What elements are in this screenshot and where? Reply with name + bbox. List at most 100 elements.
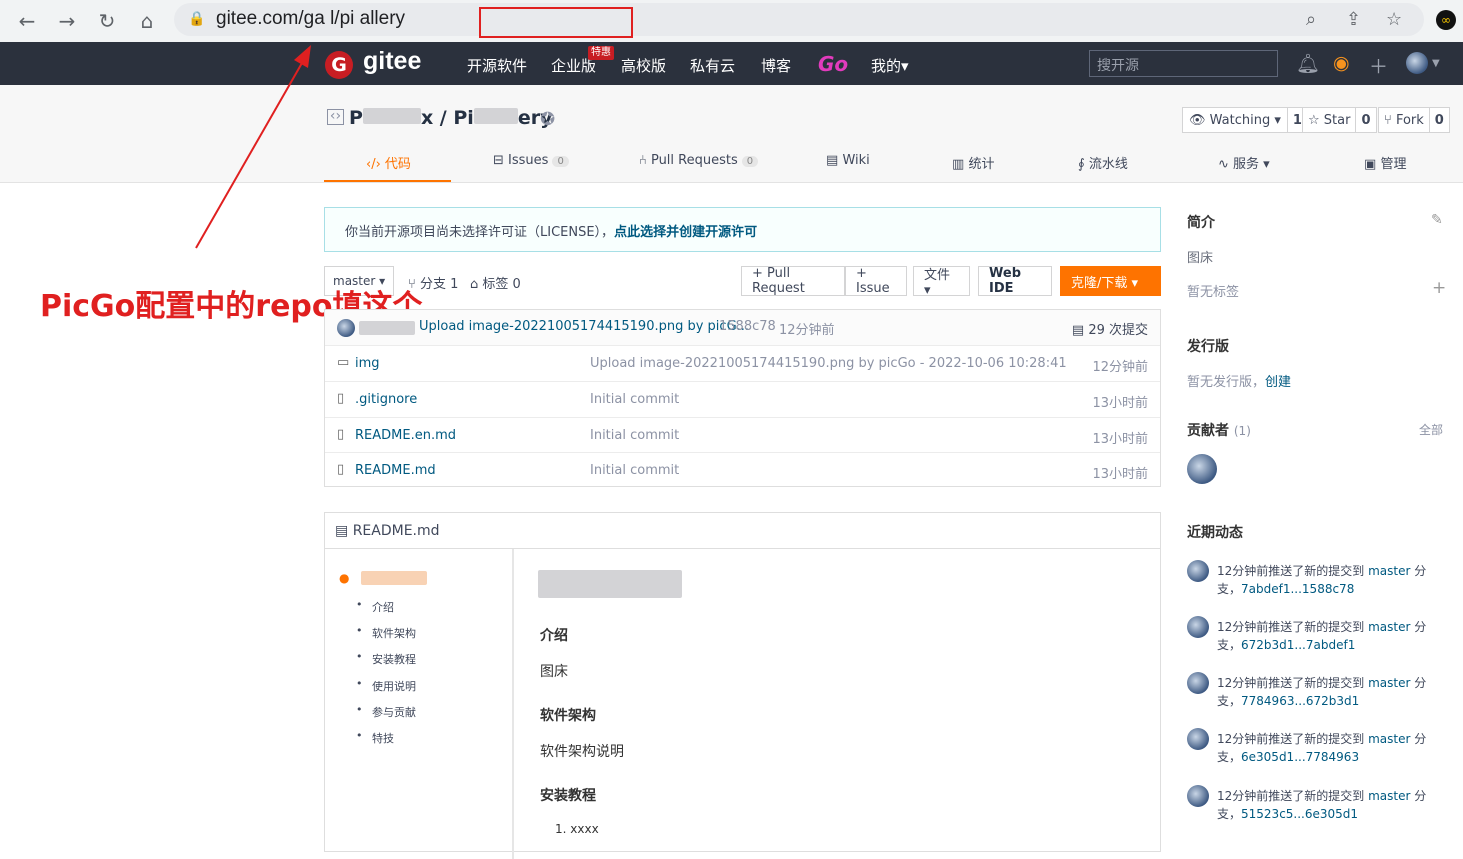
file-commit-message[interactable]: Initial commit (590, 463, 679, 478)
nav-blog[interactable]: 博客 (761, 55, 791, 76)
back-icon[interactable]: ← (14, 8, 40, 34)
nav-university[interactable]: 高校版 (621, 55, 666, 76)
toc-item[interactable]: 使用说明 (372, 678, 416, 694)
edit-icon[interactable]: ✎ (1431, 212, 1443, 228)
toc-item[interactable]: 软件架构 (372, 625, 416, 641)
toc-item[interactable]: 参与贡献 (372, 704, 416, 720)
new-pull-request-button[interactable]: + Pull Request (741, 266, 845, 296)
add-tag-icon[interactable]: + (1432, 278, 1446, 298)
nav-open-source[interactable]: 开源软件 (467, 55, 527, 76)
star-button[interactable]: ☆ Star 0 (1302, 107, 1377, 133)
tab-manage[interactable]: ▣ 管理 (1364, 153, 1406, 172)
create-release-link[interactable]: 创建 (1265, 375, 1291, 390)
nav-mine[interactable]: 我的▾ (871, 55, 909, 76)
extension-icon[interactable]: ∞ (1436, 10, 1456, 30)
file-row[interactable]: ▭ img Upload image-20221005174415190.png… (325, 345, 1160, 381)
reload-icon[interactable]: ↻ (94, 8, 120, 34)
branches-text: 分支 1 (419, 277, 459, 292)
tab-issues[interactable]: ⊟ Issues 0 (493, 153, 569, 168)
nav-go[interactable]: Go (818, 52, 848, 76)
activity-range[interactable]: 51523c5...6e305d1 (1241, 807, 1358, 821)
tab-wiki[interactable]: ▤ Wiki (826, 153, 870, 168)
sidebar-activity-title: 近期动态 (1187, 525, 1243, 541)
activity-range[interactable]: 672b3d1...7abdef1 (1241, 638, 1355, 652)
activity-range[interactable]: 7abdef1...1588c78 (1241, 582, 1354, 596)
redacted-block (359, 321, 415, 335)
file-row[interactable]: ▯ README.md Initial commit 13小时前 (325, 452, 1160, 488)
license-create-link[interactable]: 点此选择并创建开源许可 (614, 225, 757, 240)
file-commit-message[interactable]: Initial commit (590, 428, 679, 443)
clone-download-button[interactable]: 克隆/下载 ▾ (1060, 266, 1161, 296)
new-issue-button[interactable]: + Issue (845, 266, 907, 296)
file-name[interactable]: img (355, 356, 380, 371)
tags-link[interactable]: ⌂ 标签 0 (470, 273, 521, 292)
tab-services[interactable]: ∿ 服务 ▾ (1218, 153, 1270, 172)
activity-avatar[interactable] (1187, 616, 1209, 638)
search-input[interactable]: 搜开源 (1089, 50, 1278, 77)
commit-hash[interactable]: 1588c78 (719, 319, 776, 334)
plus-icon[interactable]: ＋ (1369, 52, 1388, 79)
activity-branch[interactable]: master (1368, 564, 1410, 578)
toc-bullet: ● (339, 571, 350, 585)
activity-avatar[interactable] (1187, 560, 1209, 582)
file-name[interactable]: .gitignore (355, 392, 417, 407)
file-row[interactable]: ▯ .gitignore Initial commit 13小时前 (325, 381, 1160, 417)
activity-suffix2: 支， (1217, 638, 1242, 652)
watching-button[interactable]: 👁︎ Watching ▾ 1 (1182, 107, 1308, 133)
repo-title[interactable]: Px / Pi ery (349, 107, 552, 129)
user-avatar[interactable] (1406, 52, 1428, 74)
tab-pipeline[interactable]: ∮ 流水线 (1078, 153, 1128, 172)
readme-title[interactable]: README.md (353, 523, 440, 539)
activity-branch[interactable]: master (1368, 676, 1410, 690)
eye-icon: 👁︎ (1189, 112, 1206, 128)
activity-branch[interactable]: master (1368, 620, 1410, 634)
pulse-icon: ∿ (1218, 157, 1229, 172)
file-name[interactable]: README.en.md (355, 428, 456, 443)
nav-private-cloud[interactable]: 私有云 (690, 55, 735, 76)
activity-range[interactable]: 7784963...672b3d1 (1241, 694, 1359, 708)
redacted-block (362, 108, 421, 124)
gitee-logo-text[interactable]: gitee (363, 47, 421, 76)
commit-count-link[interactable]: ▤ 29 次提交 (1072, 319, 1148, 338)
tab-code[interactable]: ‹/› 代码 (366, 153, 411, 172)
file-icon: ▯ (337, 427, 345, 442)
commit-count-text: 29 次提交 (1088, 323, 1148, 338)
contributor-avatar[interactable] (1187, 454, 1217, 484)
fork-label: ⑂ Fork (1379, 113, 1429, 128)
activity-avatar[interactable] (1187, 728, 1209, 750)
fork-button[interactable]: ⑂ Fork 0 (1378, 107, 1450, 133)
toc-bullet: • (356, 703, 363, 716)
activity-avatar[interactable] (1187, 672, 1209, 694)
web-ide-button[interactable]: Web IDE (978, 266, 1052, 296)
tab-stats[interactable]: ▥ 统计 (952, 153, 994, 172)
bell-icon[interactable]: 🔔︎ (1296, 52, 1320, 75)
gitee-logo-icon[interactable]: G (325, 51, 353, 79)
lightbulb-icon[interactable]: ◉ (1333, 52, 1350, 74)
home-icon[interactable]: ⌂ (134, 8, 160, 34)
commit-message-link[interactable]: Upload image-20221005174415190.png by pi… (419, 319, 749, 334)
tab-pull-requests[interactable]: ⑃ Pull Requests 0 (639, 153, 759, 168)
activity-avatar[interactable] (1187, 785, 1209, 807)
chevron-down-icon[interactable]: ▼ (1432, 58, 1440, 69)
file-commit-message[interactable]: Initial commit (590, 392, 679, 407)
activity-branch[interactable]: master (1368, 732, 1410, 746)
committer-avatar[interactable] (337, 319, 355, 337)
activity-range[interactable]: 6e305d1...7784963 (1241, 750, 1359, 764)
lock-icon: 🔒 (188, 11, 206, 27)
share-icon[interactable]: ⇪ (1346, 9, 1361, 30)
zoom-icon[interactable]: ⌕ (1306, 9, 1316, 30)
file-row[interactable]: ▯ README.en.md Initial commit 13小时前 (325, 417, 1160, 453)
file-commit-message[interactable]: Upload image-20221005174415190.png by pi… (590, 356, 1067, 371)
toc-item[interactable]: 特技 (372, 730, 394, 746)
toc-item[interactable]: 介绍 (372, 599, 394, 615)
forward-icon[interactable]: → (54, 8, 80, 34)
file-name[interactable]: README.md (355, 463, 436, 478)
address-bar[interactable]: 🔒 gitee.com/ga l/pi allery ⌕ ⇪ ☆ (174, 3, 1424, 38)
redacted-block (361, 571, 427, 585)
activity-suffix: 分 (1410, 620, 1427, 634)
bookmark-star-icon[interactable]: ☆ (1386, 9, 1402, 30)
toc-item[interactable]: 安装教程 (372, 651, 416, 667)
activity-branch[interactable]: master (1368, 789, 1410, 803)
contrib-all-link[interactable]: 全部 (1419, 421, 1443, 438)
files-menu-button[interactable]: 文件 ▾ (913, 266, 970, 298)
